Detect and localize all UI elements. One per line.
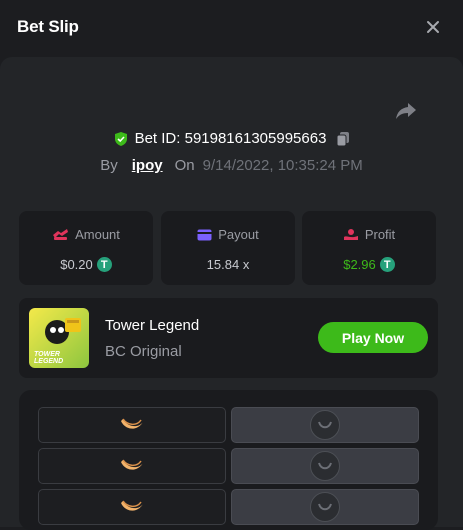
skull-icon [310,410,340,440]
profit-label: Profit [364,227,396,242]
amount-label-row: Amount [19,227,153,242]
payout-label: Payout [218,227,259,242]
tower-cell [231,407,419,443]
profit-label-row: Profit [302,227,436,242]
amount-label: Amount [75,227,120,242]
tower-cell [231,448,419,484]
share-icon[interactable] [394,100,418,122]
amount-icon [53,229,69,240]
profit-value: $2.96 [343,257,376,272]
amount-value: $0.20 [60,257,93,272]
user-link[interactable]: ipoy [132,157,163,174]
game-name: Tower Legend [105,317,200,334]
tower-cell [38,407,226,443]
tower-board [19,390,438,530]
tower-cell [231,489,419,525]
on-label: On [174,157,195,174]
tower-legend-logo: TOWER LEGEND [34,318,81,365]
bet-date: 9/14/2022, 10:35:24 PM [202,157,363,174]
profit-card: Profit $2.96 T [302,211,436,285]
amount-card: Amount $0.20 T [19,211,153,285]
bet-id-row: Bet ID: 5919816130599566​3 [0,130,463,147]
amount-value-row: $0.20 T [19,257,153,272]
page-title: Bet Slip [17,17,79,36]
game-thumbnail[interactable]: TOWER LEGEND [29,308,89,368]
skull-icon [310,451,340,481]
tether-icon: T [96,257,112,272]
card-icon [197,229,212,240]
tower-cell [38,489,226,525]
profit-value-row: $2.96 T [302,257,436,272]
payout-value: 15.84 x [206,257,250,272]
payout-value-row: 15.84 x [161,257,295,272]
game-card: TOWER LEGEND Tower Legend BC Original Pl… [19,298,438,378]
bet-id: Bet ID: 5919816130599566​3 [134,130,327,147]
banana-icon [121,459,143,470]
skull-icon [310,492,340,522]
close-icon[interactable] [424,18,442,36]
tower-cell [38,448,226,484]
profit-icon [343,229,358,240]
play-now-button[interactable]: Play Now [318,322,428,353]
verified-shield-icon [114,131,127,146]
game-provider: BC Original [105,343,182,360]
copy-icon[interactable] [336,131,350,147]
svg-text:TOWER: TOWER [34,351,60,358]
bet-owner-row: By ipoy On 9/14/2022, 10:35:24 PM [0,157,463,174]
bet-slip-header: Bet Slip [0,0,463,56]
svg-text:LEGEND: LEGEND [34,358,63,365]
payout-card: Payout 15.84 x [161,211,295,285]
banana-icon [121,418,143,429]
banana-icon [121,500,143,511]
by-label: By [100,157,118,174]
payout-label-row: Payout [161,227,295,242]
tether-icon: T [379,257,395,272]
